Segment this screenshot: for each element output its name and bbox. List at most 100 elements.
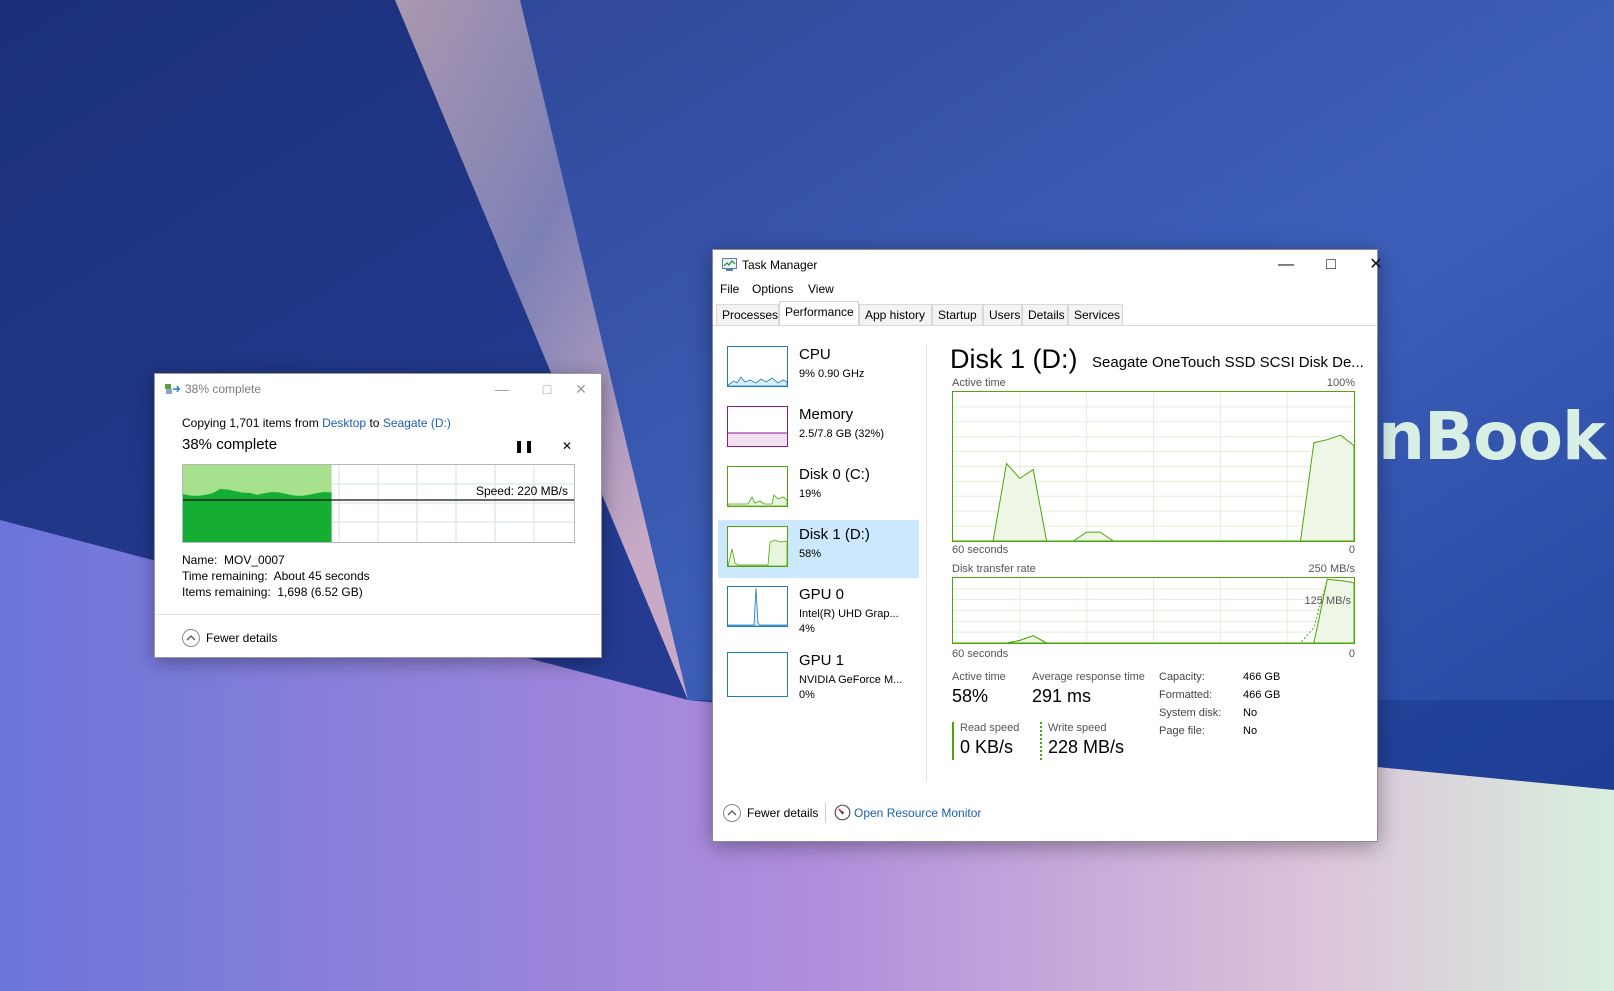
sidebar-item-gpu-0[interactable]: GPU 0 Intel(R) UHD Grap... 4% xyxy=(718,580,919,638)
transfer-rate-svg xyxy=(953,578,1355,644)
cancel-button[interactable]: ✕ xyxy=(559,438,575,454)
sidebar-sub-2: 4% xyxy=(799,623,815,635)
file-copy-icon xyxy=(165,384,181,394)
sidebar-sub: 19% xyxy=(799,488,822,500)
transfer-chart-label: Disk transfer rate xyxy=(952,563,1036,575)
name-label: Name: xyxy=(182,553,218,567)
active-time-stat-value: 58% xyxy=(952,686,989,706)
wallpaper-brand-text: nBook xyxy=(1378,398,1606,475)
sidebar-item-gpu-1[interactable]: GPU 1 NVIDIA GeForce M... 0% xyxy=(718,646,919,704)
window-title: Task Manager xyxy=(742,258,818,272)
task-manager-titlebar[interactable]: Task Manager — □ ✕ xyxy=(713,250,1383,280)
pause-button[interactable]: ❚❚ xyxy=(514,438,534,454)
minimize-button[interactable]: — xyxy=(489,378,515,400)
tab-processes[interactable]: Processes xyxy=(716,304,779,325)
capacity-label: Capacity: xyxy=(1159,671,1205,683)
formatted-label: Formatted: xyxy=(1159,689,1213,701)
tab-details[interactable]: Details xyxy=(1022,304,1068,325)
page-file-value: No xyxy=(1243,725,1258,737)
gpu-1-thumbnail xyxy=(727,652,788,697)
sidebar-name: Disk 0 (C:) xyxy=(799,466,870,483)
source-link[interactable]: Desktop xyxy=(322,416,366,430)
copy-dialog-titlebar[interactable]: 38% complete — □ ✕ xyxy=(155,374,601,404)
read-speed-indicator xyxy=(952,722,954,760)
destination-link[interactable]: Seagate (D:) xyxy=(383,416,451,430)
sidebar-sub: 9% 0.90 GHz xyxy=(799,368,865,380)
items-remaining-row: Items remaining: 1,698 (6.52 GB) xyxy=(182,585,363,599)
write-speed-value: 228 MB/s xyxy=(1048,737,1125,757)
close-button[interactable]: ✕ xyxy=(568,378,594,400)
active-time-max-label: 100% xyxy=(1326,377,1355,389)
minimize-button[interactable]: — xyxy=(1264,252,1308,278)
sidebar-sub: Intel(R) UHD Grap... xyxy=(799,608,899,620)
sidebar-name: GPU 0 xyxy=(799,586,845,603)
chevron-up-icon[interactable] xyxy=(723,804,741,822)
seconds-label: 60 seconds xyxy=(952,544,1009,556)
transfer-max-label: 250 MB/s xyxy=(1308,563,1355,575)
copy-dialog-title: 38% complete xyxy=(185,382,262,396)
file-copy-dialog: 38% complete — □ ✕ Copying 1,701 items f… xyxy=(154,373,602,658)
task-manager-footer: Fewer details Open Resource Monitor xyxy=(713,785,1377,842)
active-time-svg xyxy=(953,392,1355,542)
read-speed-value: 0 KB/s xyxy=(960,737,1014,757)
tab-users[interactable]: Users xyxy=(983,304,1022,325)
transfer-mid-label: 125 MB/s xyxy=(1304,595,1351,607)
active-time-stat-label: Active time xyxy=(952,671,1006,683)
sidebar-name: Disk 1 (D:) xyxy=(799,526,870,543)
formatted-value: 466 GB xyxy=(1243,689,1281,701)
menu-view[interactable]: View xyxy=(808,282,834,296)
panel-divider xyxy=(926,344,927,782)
copy-summary: Copying 1,701 items from Desktop to Seag… xyxy=(182,416,451,430)
divider xyxy=(155,614,601,615)
seconds-label: 60 seconds xyxy=(952,648,1009,660)
write-speed-indicator xyxy=(1040,722,1042,760)
transfer-rate-chart: 125 MB/s xyxy=(952,577,1355,644)
sidebar-name: Memory xyxy=(799,406,854,423)
tab-services[interactable]: Services xyxy=(1068,304,1123,325)
sidebar-sub-2: 0% xyxy=(799,689,815,701)
items-remaining-label: Items remaining: xyxy=(182,585,271,599)
system-disk-value: No xyxy=(1243,707,1258,719)
cpu-thumbnail xyxy=(727,346,788,387)
sidebar-sub: 58% xyxy=(799,548,822,560)
menu-file[interactable]: File xyxy=(720,282,739,296)
system-disk-label: System disk: xyxy=(1159,707,1222,719)
sidebar-name: CPU xyxy=(799,346,831,363)
disk-0-thumbnail xyxy=(727,466,788,507)
zero-label: 0 xyxy=(1348,648,1355,660)
read-speed-label: Read speed xyxy=(960,722,1020,734)
sidebar-sub: 2.5/7.8 GB (32%) xyxy=(799,428,884,440)
maximize-button[interactable]: □ xyxy=(534,378,560,400)
performance-panel: CPU 9% 0.90 GHz Memory 2.5/7.8 GB (32%) … xyxy=(713,325,1377,785)
memory-thumbnail xyxy=(727,406,788,447)
disk-title: Disk 1 (D:) xyxy=(950,344,1078,374)
tab-app-history[interactable]: App history xyxy=(859,304,932,325)
maximize-button[interactable]: □ xyxy=(1309,252,1353,278)
resource-monitor-icon[interactable] xyxy=(834,804,851,821)
page-file-label: Page file: xyxy=(1159,725,1205,737)
speed-area xyxy=(183,489,332,542)
response-time-value: 291 ms xyxy=(1032,686,1092,706)
fewer-details-link[interactable]: Fewer details xyxy=(206,631,277,645)
time-remaining-label: Time remaining: xyxy=(182,569,268,583)
sidebar-item-cpu[interactable]: CPU 9% 0.90 GHz xyxy=(718,340,919,398)
time-remaining-row: Time remaining: About 45 seconds xyxy=(182,569,370,583)
sidebar-item-disk-0[interactable]: Disk 0 (C:) 19% xyxy=(718,460,919,518)
tab-performance[interactable]: Performance xyxy=(779,301,859,326)
tab-startup[interactable]: Startup xyxy=(932,304,983,325)
response-time-label: Average response time xyxy=(1032,671,1145,683)
chevron-up-icon[interactable] xyxy=(182,629,200,647)
disk-1-thumbnail xyxy=(727,526,788,567)
active-time-chart-label: Active time xyxy=(952,377,1006,389)
copy-speed-svg: Speed: 220 MB/s xyxy=(183,465,574,542)
gpu-0-thumbnail xyxy=(727,586,788,627)
fewer-details-link[interactable]: Fewer details xyxy=(747,806,818,820)
menu-options[interactable]: Options xyxy=(752,282,793,296)
task-manager-icon xyxy=(722,258,737,271)
copy-speed-graph: Speed: 220 MB/s xyxy=(182,464,575,543)
sidebar-item-disk-1[interactable]: Disk 1 (D:) 58% xyxy=(718,520,919,578)
sidebar-name: GPU 1 xyxy=(799,652,845,669)
open-resource-monitor-link[interactable]: Open Resource Monitor xyxy=(854,806,981,820)
sidebar-item-memory[interactable]: Memory 2.5/7.8 GB (32%) xyxy=(718,400,919,458)
close-button[interactable]: ✕ xyxy=(1354,252,1398,278)
